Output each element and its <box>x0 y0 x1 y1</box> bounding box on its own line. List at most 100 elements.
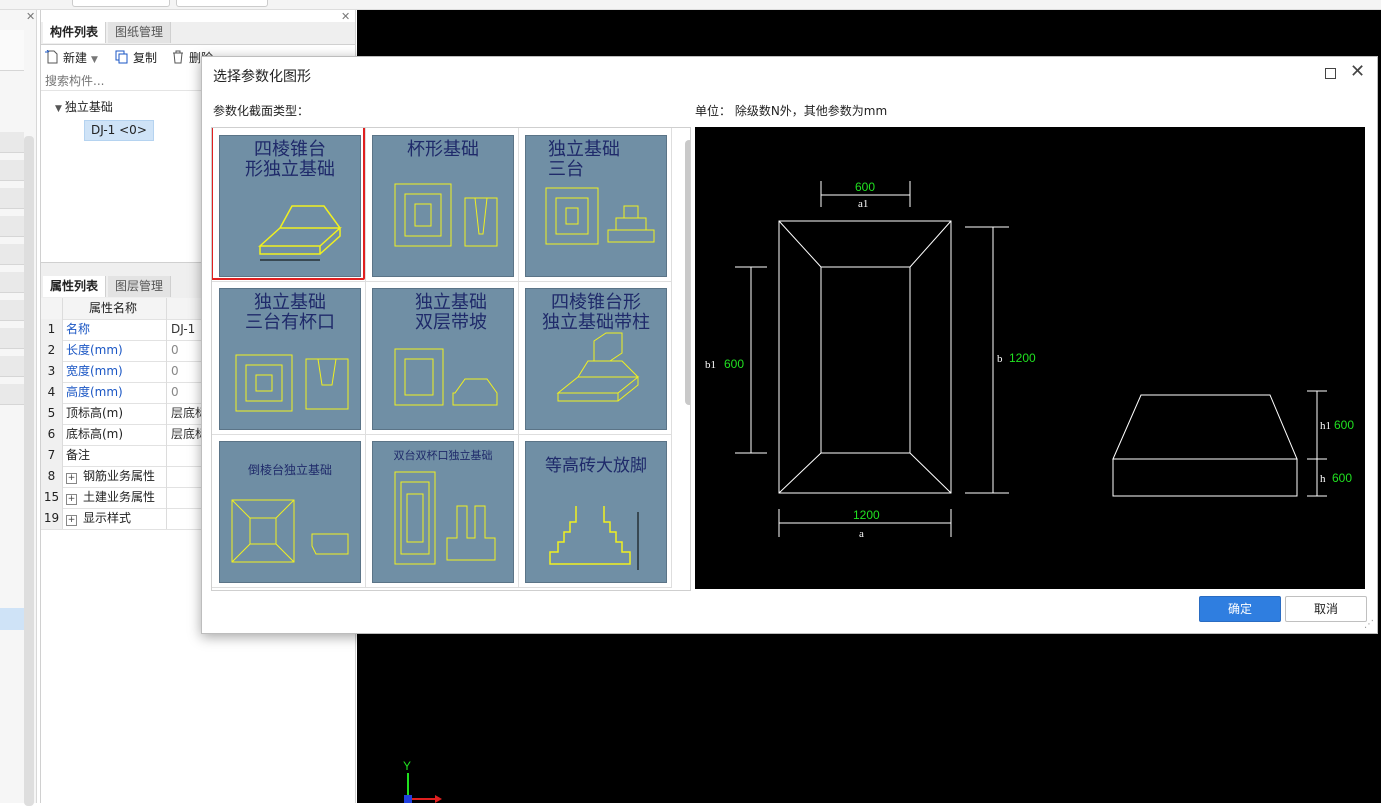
shape-cell[interactable]: 双台双杯口独立基础 <box>365 434 519 588</box>
chevron-down-icon[interactable]: ▼ <box>91 55 98 65</box>
shape-thumb-double-cup[interactable]: 双台双杯口独立基础 <box>372 441 514 583</box>
h-value: 600 <box>1332 471 1352 485</box>
property-row-number: 7 <box>41 445 63 466</box>
a1-value: 600 <box>855 180 875 194</box>
shape-cell[interactable]: 独立基础 双层带坡 <box>365 281 519 435</box>
shape-sketch <box>545 187 655 245</box>
shape-cell[interactable]: 倒棱台独立基础 <box>212 434 366 588</box>
left-panel-row[interactable] <box>0 384 24 405</box>
top-tab-stub[interactable] <box>176 0 268 7</box>
gallery-scrollbar[interactable] <box>685 140 690 405</box>
a-value: 1200 <box>853 508 880 522</box>
shape-thumb-three-tier[interactable]: 独立基础 三台 <box>525 135 667 277</box>
left-panel-row[interactable] <box>0 300 24 321</box>
maximize-icon[interactable] <box>1325 68 1336 79</box>
left-panel-row[interactable] <box>0 132 24 153</box>
search-input[interactable] <box>43 72 202 90</box>
select-parametric-shape-dialog: 选择参数化图形 ✕ 参数化截面类型： 单位： 除级数N外，其他参数为mm 四棱锥… <box>201 56 1378 634</box>
left-panel-row[interactable] <box>0 160 24 181</box>
tab-layer-management[interactable]: 图层管理 <box>108 276 172 297</box>
chevron-down-icon[interactable]: ▼ <box>55 104 62 114</box>
shape-thumb-three-tier-cup[interactable]: 独立基础 三台有杯口 <box>219 288 361 430</box>
tab-drawing-management[interactable]: 图纸管理 <box>108 22 172 43</box>
expand-icon[interactable]: + <box>66 515 77 526</box>
shape-sketch <box>231 499 349 563</box>
left-panel-row[interactable] <box>0 244 24 265</box>
shape-cell[interactable]: 四棱锥台形 独立基础带柱 <box>518 281 672 435</box>
left-panel-row[interactable] <box>0 216 24 237</box>
shape-sketch <box>394 471 496 565</box>
plan-diagonals <box>778 220 952 494</box>
top-tab-stub[interactable] <box>72 0 170 7</box>
property-name: 顶标高(m) <box>66 406 124 420</box>
section-base <box>1112 458 1298 497</box>
expand-icon[interactable]: + <box>66 494 77 505</box>
left-panel-row[interactable] <box>0 356 24 377</box>
copy-button-label: 复制 <box>133 51 158 65</box>
cancel-button[interactable]: 取消 <box>1285 596 1367 622</box>
dialog-title: 选择参数化图形 <box>213 69 311 85</box>
copy-icon <box>115 50 129 64</box>
shape-thumb-cup-foundation[interactable]: 杯形基础 <box>372 135 514 277</box>
tab-property-list[interactable]: 属性列表 <box>43 276 107 297</box>
shape-thumb-inverted-pyramid[interactable]: 倒棱台独立基础 <box>219 441 361 583</box>
property-group: + 土建业务属性 <box>66 487 155 508</box>
shape-thumb-double-slope[interactable]: 独立基础 双层带坡 <box>372 288 514 430</box>
property-row-number: 15 <box>41 487 63 508</box>
shape-thumb-pyramid-with-column[interactable]: 四棱锥台形 独立基础带柱 <box>525 288 667 430</box>
tree-item-root[interactable]: ▼ 独立基础 <box>55 98 113 115</box>
property-row-number: 2 <box>41 340 63 361</box>
property-row-number: 6 <box>41 424 63 445</box>
left-panel-row[interactable] <box>0 328 24 349</box>
shape-cell[interactable]: 等高砖大放脚 <box>518 434 672 588</box>
left-panel-header <box>0 30 24 71</box>
new-button[interactable]: 新建 ▼ <box>45 48 98 68</box>
shape-sketch <box>235 354 349 412</box>
shape-sketch <box>394 348 498 406</box>
shape-thumb-brick-footing[interactable]: 等高砖大放脚 <box>525 441 667 583</box>
section-frustum <box>1112 394 1298 460</box>
ok-button[interactable]: 确定 <box>1199 596 1281 622</box>
property-name: 宽度(mm) <box>66 364 123 378</box>
component-tabbar: 构件列表 图纸管理 <box>41 22 355 45</box>
tab-component-list[interactable]: 构件列表 <box>43 22 107 43</box>
axis-y-label: Y <box>403 759 411 773</box>
trash-icon <box>171 50 185 64</box>
shape-sketch <box>394 183 498 247</box>
property-name: 高度(mm) <box>66 385 123 399</box>
left-panel-scrollbar[interactable] <box>24 136 34 806</box>
top-toolbar-strip <box>0 0 1381 10</box>
property-row-number: 19 <box>41 508 63 529</box>
left-panel-selected-row[interactable] <box>0 608 24 630</box>
shape-sketch <box>556 332 640 402</box>
left-side-panel: ✕ <box>0 10 37 806</box>
shape-preview: 600 a1 b1 600 b 1200 1200 a h1 600 h 600 <box>695 127 1365 589</box>
property-name: 显示样式 <box>83 511 132 525</box>
property-row-number: 1 <box>41 319 63 340</box>
h1-label: h1 <box>1320 420 1331 432</box>
shape-cell[interactable]: 杯形基础 <box>365 128 519 282</box>
property-name: 底标高(m) <box>66 427 124 441</box>
property-name: 长度(mm) <box>66 343 123 357</box>
a-label: a <box>859 528 864 540</box>
shape-gallery: 四棱锥台 形独立基础 杯形基础 独立基础 三台 独立基础 三台有杯口 独立基础 … <box>211 127 691 591</box>
plan-outer-rect <box>778 220 952 494</box>
close-icon[interactable]: ✕ <box>26 10 35 23</box>
tree-item-dj1[interactable]: DJ-1 <0> <box>84 120 154 141</box>
a1-label: a1 <box>858 198 868 210</box>
shape-sketch <box>549 506 639 570</box>
tree-root-label: 独立基础 <box>64 100 113 114</box>
plan-inner-rect <box>820 266 911 454</box>
shape-cell[interactable]: 独立基础 三台 <box>518 128 672 282</box>
shape-cell[interactable]: 四棱锥台 形独立基础 <box>212 128 366 282</box>
shape-cell[interactable]: 独立基础 三台有杯口 <box>212 281 366 435</box>
left-panel-row[interactable] <box>0 188 24 209</box>
property-row-number: 3 <box>41 361 63 382</box>
expand-icon[interactable]: + <box>66 473 77 484</box>
resize-grip-icon[interactable]: ⋰ <box>1364 619 1374 630</box>
axis-indicator: Y <box>403 759 442 803</box>
property-row-number: 5 <box>41 403 63 424</box>
close-icon[interactable]: ✕ <box>1350 61 1365 82</box>
left-panel-row[interactable] <box>0 272 24 293</box>
copy-button[interactable]: 复制 <box>115 48 157 68</box>
